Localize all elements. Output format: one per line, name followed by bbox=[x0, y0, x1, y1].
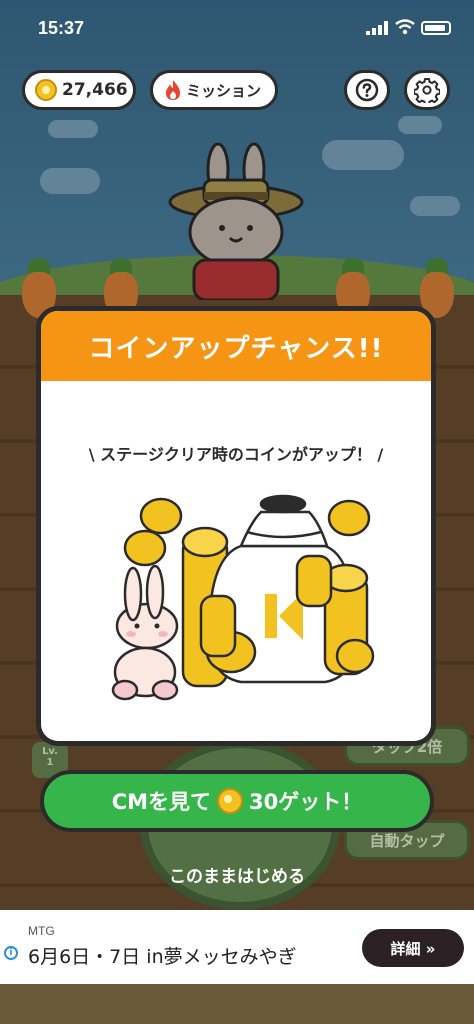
ad-banner[interactable]: i MTG 6月6日・7日 in夢メッセみやぎ 詳細 » bbox=[0, 910, 474, 984]
start-without-bonus-link[interactable]: このままはじめる bbox=[0, 862, 474, 887]
coin-icon bbox=[217, 788, 244, 814]
battery-icon bbox=[421, 21, 451, 35]
watch-cm-button[interactable]: CMを見て 30ゲット！ bbox=[40, 770, 434, 832]
cta-amount: 30ゲット！ bbox=[249, 790, 363, 814]
coin-count: 27,466 bbox=[62, 80, 128, 100]
cta-prefix: CMを見て bbox=[111, 790, 212, 814]
modal-body: \ ステージクリア時のコインがアップ！ / bbox=[41, 381, 431, 741]
modal-header: コインアップチャンス!! bbox=[41, 311, 431, 381]
coin-bag-illustration bbox=[111, 494, 375, 701]
gear-icon bbox=[414, 78, 440, 103]
ad-details-button[interactable]: 詳細 » bbox=[362, 929, 464, 967]
status-time: 15:37 bbox=[38, 18, 85, 38]
modal-title: コインアップチャンス!! bbox=[88, 333, 384, 364]
ad-brand: MTG bbox=[28, 924, 55, 938]
info-icon[interactable]: i bbox=[4, 946, 18, 960]
mission-button[interactable]: ミッション bbox=[150, 70, 278, 110]
help-button[interactable] bbox=[344, 70, 390, 110]
mission-label: ミッション bbox=[186, 81, 262, 100]
settings-button[interactable] bbox=[404, 70, 450, 110]
coin-icon bbox=[35, 79, 57, 101]
ad-details-label: 詳細 » bbox=[390, 939, 436, 958]
question-icon bbox=[355, 78, 379, 102]
coin-up-modal: コインアップチャンス!! \ ステージクリア時のコインがアップ！ / bbox=[36, 306, 436, 746]
bottom-area bbox=[0, 984, 474, 1024]
coin-counter[interactable]: 27,466 bbox=[22, 70, 136, 110]
status-bar: 15:37 bbox=[0, 0, 474, 60]
signal-icon bbox=[366, 21, 388, 35]
wifi-icon bbox=[395, 19, 415, 35]
flame-icon bbox=[166, 80, 180, 100]
ad-headline: 6月6日・7日 in夢メッセみやぎ bbox=[28, 946, 297, 968]
modal-subtitle: \ ステージクリア時のコインがアップ！ / bbox=[88, 445, 384, 464]
